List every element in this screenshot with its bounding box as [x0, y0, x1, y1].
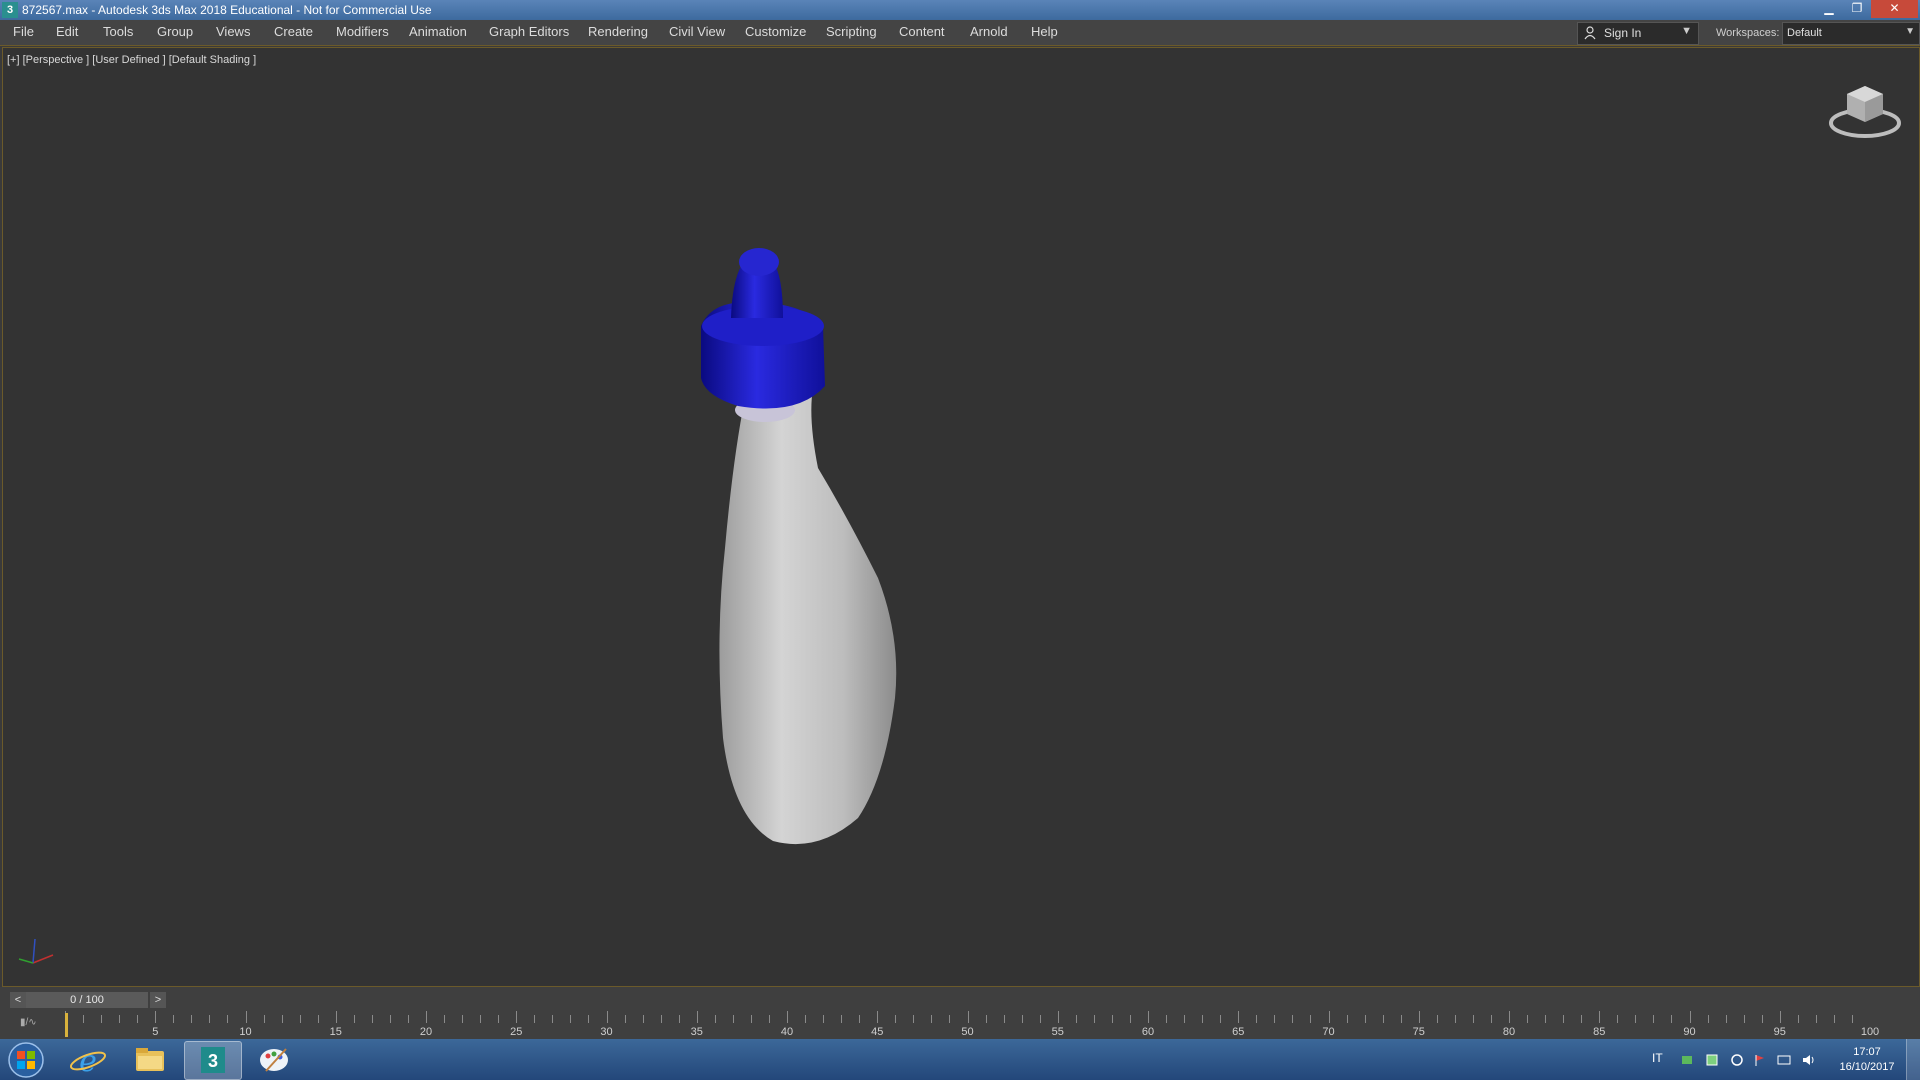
file-explorer-icon[interactable] — [122, 1041, 178, 1078]
window-title: 872567.max - Autodesk 3ds Max 2018 Educa… — [22, 3, 432, 17]
track-bar-tick-label: 50 — [961, 1026, 974, 1038]
next-frame-button[interactable]: > — [150, 992, 166, 1008]
track-bar-tick-label: 80 — [1502, 1026, 1516, 1038]
close-button[interactable]: ✕ — [1871, 0, 1918, 18]
sign-in-label: Sign In — [1604, 26, 1642, 40]
perspective-viewport[interactable]: [+] [Perspective ] [User Defined ] [Defa… — [2, 47, 1920, 987]
3dsmax-taskbar-icon[interactable]: 3 — [184, 1041, 242, 1080]
menu-create[interactable]: Create — [274, 24, 313, 39]
network-tray-icon[interactable] — [1680, 1053, 1694, 1067]
viewcube-icon[interactable] — [1825, 78, 1905, 148]
paint-icon[interactable] — [246, 1041, 302, 1078]
menu-group[interactable]: Group — [157, 24, 193, 39]
volume-icon[interactable] — [1801, 1053, 1815, 1067]
system-clock[interactable]: 17:07 16/10/2017 — [1832, 1045, 1902, 1075]
track-bar-tick-label: 10 — [239, 1026, 252, 1038]
menu-help[interactable]: Help — [1031, 24, 1058, 39]
menu-arnold[interactable]: Arnold — [970, 24, 1008, 39]
clock-time: 17:07 — [1853, 1046, 1881, 1058]
track-bar-tick-label: 40 — [780, 1026, 794, 1038]
menu-customize[interactable]: Customize — [745, 24, 806, 39]
track-bar-tick-label: 15 — [329, 1026, 342, 1038]
sync-tray-icon[interactable] — [1730, 1053, 1744, 1067]
menu-content[interactable]: Content — [899, 24, 945, 39]
menu-edit[interactable]: Edit — [56, 24, 78, 39]
prev-frame-button[interactable]: < — [10, 992, 26, 1008]
track-bar-tick-label: 30 — [600, 1026, 613, 1038]
track-bar-tick-label: 65 — [1232, 1026, 1245, 1038]
track-bar-tick-label: 85 — [1593, 1026, 1606, 1038]
flag-tray-icon[interactable] — [1753, 1053, 1767, 1067]
windows-start-icon[interactable] — [6, 1041, 46, 1079]
track-bar-tick-label: 45 — [871, 1026, 884, 1038]
track-bar-tick-label: 70 — [1322, 1026, 1335, 1038]
menu-rendering[interactable]: Rendering — [588, 24, 648, 39]
3dsmax-app-icon[interactable]: 3 — [2, 2, 18, 18]
menu-views[interactable]: Views — [216, 24, 250, 39]
track-bar-tick-label: 95 — [1773, 1026, 1786, 1038]
track-bar-ticks — [65, 1011, 1853, 1023]
track-bar-tick-label: 5 — [152, 1026, 159, 1038]
track-bar-tick-label: 90 — [1683, 1026, 1696, 1038]
menu-animation[interactable]: Animation — [409, 24, 467, 39]
maximize-button[interactable]: ❐ — [1843, 0, 1871, 18]
chevron-down-icon: ▼ — [1681, 25, 1692, 37]
minimize-button[interactable]: ▁ — [1815, 0, 1843, 18]
menu-graph-editors[interactable]: Graph Editors — [489, 24, 569, 39]
title-bar: 3 872567.max - Autodesk 3ds Max 2018 Edu… — [0, 0, 1920, 20]
display-tray-icon[interactable] — [1777, 1053, 1791, 1067]
track-bar-tick-label: 35 — [690, 1026, 703, 1038]
menu-file[interactable]: File — [13, 24, 34, 39]
track-bar[interactable]: 5 10 15 20 25 30 35 40 45 50 55 60 65 70 75 80 85 90 95 100 — [65, 1011, 1879, 1039]
menu-modifiers[interactable]: Modifiers — [336, 24, 389, 39]
time-slider[interactable]: 0 / 100 — [26, 992, 148, 1008]
bottle-3d-model[interactable] — [653, 218, 953, 868]
axis-tripod-icon — [18, 938, 54, 964]
track-bar-tick-label: 55 — [1051, 1026, 1064, 1038]
workspace-value: Default — [1787, 27, 1822, 39]
input-language-indicator[interactable]: IT — [1652, 1051, 1663, 1065]
windows-taskbar: e 3 IT 17:07 16/10/2017 — [0, 1039, 1920, 1080]
svg-text:3: 3 — [208, 1051, 218, 1071]
track-bar-tick-label: 20 — [419, 1026, 433, 1038]
time-slider-bar: < 0 / 100 > ▮/∿ 5 10 15 20 25 30 35 40 45 50 55 60 6… — [0, 987, 1920, 1039]
internet-explorer-icon[interactable]: e — [60, 1041, 116, 1078]
show-desktop-button[interactable] — [1906, 1039, 1920, 1080]
viewport-label[interactable]: [+] [Perspective ] [User Defined ] [Defa… — [7, 54, 256, 66]
menu-tools[interactable]: Tools — [103, 24, 133, 39]
svg-text:e: e — [79, 1044, 97, 1078]
track-bar-tick-label: 60 — [1141, 1026, 1155, 1038]
curve-editor-toggle-icon[interactable]: ▮/∿ — [20, 1017, 40, 1031]
security-tray-icon[interactable] — [1705, 1053, 1719, 1067]
chevron-down-icon: ▼ — [1905, 26, 1915, 37]
workspace-select[interactable]: Default ▼ — [1782, 22, 1920, 45]
clock-date: 16/10/2017 — [1839, 1061, 1895, 1073]
track-bar-tick-label: 25 — [510, 1026, 523, 1038]
menu-scripting[interactable]: Scripting — [826, 24, 877, 39]
track-bar-tick-label: 100 — [1860, 1026, 1880, 1038]
current-frame-marker[interactable] — [65, 1013, 68, 1037]
workspaces-label: Workspaces: — [1716, 27, 1780, 39]
sign-in-dropdown[interactable]: Sign In ▼ — [1577, 22, 1699, 45]
menu-civil-view[interactable]: Civil View — [669, 24, 725, 39]
track-bar-tick-label: 75 — [1412, 1026, 1425, 1038]
user-icon — [1584, 26, 1596, 40]
